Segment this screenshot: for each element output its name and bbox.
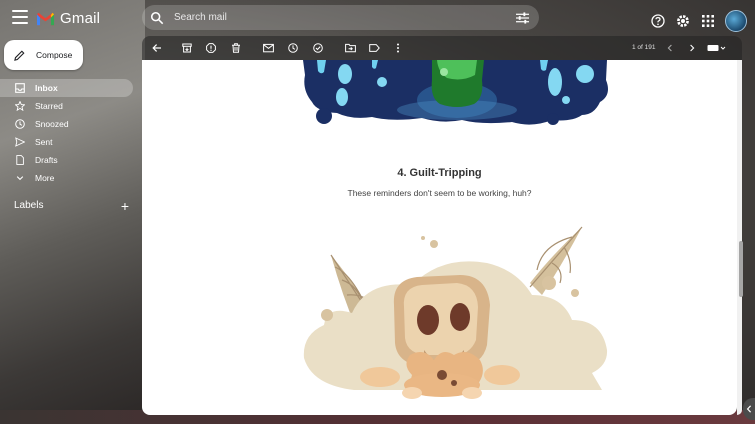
back-arrow-icon[interactable] [151,42,162,53]
input-tools-keyboard-icon[interactable] [706,42,728,53]
more-options-icon[interactable] [392,42,403,53]
chevron-left-icon [746,405,752,413]
sidebar-item-more[interactable]: More [0,169,133,187]
sidebar-item-inbox[interactable]: Inbox [0,79,133,97]
scrollbar-track[interactable] [737,60,742,415]
gmail-m-icon [36,12,55,25]
gmail-wordmark: Gmail [60,10,101,27]
haunted-cave-illustration [303,60,608,125]
compose-label: Compose [36,50,73,60]
sidebar-item-label: Drafts [35,155,58,165]
sidebar-item-drafts[interactable]: Drafts [0,151,133,169]
sidebar-item-snoozed[interactable]: Snoozed [0,115,133,133]
report-spam-icon[interactable] [205,42,216,53]
snooze-clock-icon[interactable] [287,42,298,53]
search-options-icon[interactable] [516,11,529,24]
section-heading: 4. Guilt-Tripping [397,167,482,179]
labels-section-header: Labels + [14,199,129,213]
send-icon [15,137,25,147]
inbox-icon [15,83,25,93]
settings-gear-icon[interactable] [675,14,690,29]
move-to-folder-icon[interactable] [345,42,356,53]
label-tag-icon[interactable] [369,42,380,53]
compose-button[interactable]: Compose [4,40,83,70]
apps-grid-icon[interactable] [700,14,715,29]
sidebar-item-label: More [35,173,55,183]
email-body: 4. Guilt-Tripping These reminders don't … [142,60,737,415]
sidebar-item-label: Sent [35,137,53,147]
help-icon[interactable] [650,14,665,29]
main-menu-button[interactable] [12,10,28,24]
search-input[interactable] [172,11,516,24]
add-label-button[interactable]: + [121,199,129,213]
sidebar-item-label: Snoozed [35,119,69,129]
expand-side-panel-button[interactable] [743,398,755,420]
sidebar-item-label: Inbox [35,83,58,93]
search-icon[interactable] [150,11,164,25]
top-right-actions [650,10,747,32]
account-avatar[interactable] [725,10,747,32]
archive-icon[interactable] [181,42,192,53]
mark-unread-icon[interactable] [263,42,274,53]
draft-icon [15,155,25,165]
sidebar-item-starred[interactable]: Starred [0,97,133,115]
message-toolbar: 1 of 191 [142,36,742,60]
section-subtext: These reminders don't seem to be working… [347,188,532,198]
gmail-logo[interactable]: Gmail [36,10,100,27]
delete-trash-icon[interactable] [230,42,241,53]
pagination-count: 1 of 191 [632,44,656,51]
pencil-icon [14,50,25,61]
search-bar[interactable] [142,5,539,30]
newer-chevron-left-icon[interactable] [664,42,675,53]
sidebar-nav: Inbox Starred Snoozed Sent Drafts More [0,79,133,187]
sidebar-item-label: Starred [35,101,63,111]
scrollbar-thumb[interactable] [739,241,743,297]
star-icon [15,101,25,111]
add-to-tasks-icon[interactable] [312,42,323,53]
labels-heading: Labels [14,200,44,211]
skeleton-cobweb-illustration [303,226,608,399]
sidebar-item-sent[interactable]: Sent [0,133,133,151]
chevron-down-icon [15,173,25,183]
older-chevron-right-icon[interactable] [686,42,697,53]
clock-icon [15,119,25,129]
